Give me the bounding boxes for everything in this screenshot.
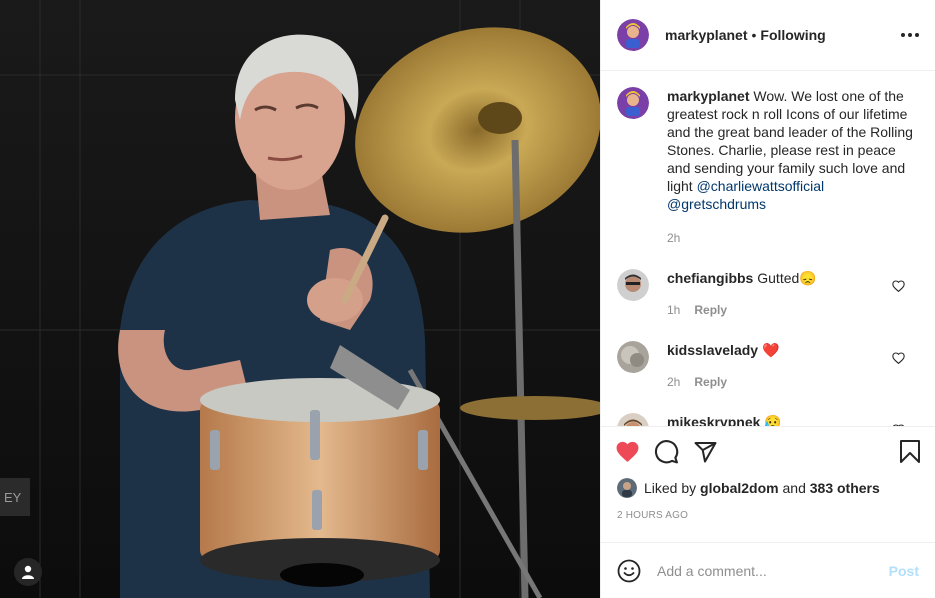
comment-like-icon[interactable] (892, 279, 905, 295)
author-avatar[interactable] (617, 19, 649, 51)
author-username[interactable]: markyplanet (665, 27, 747, 43)
bookmark-icon[interactable] (899, 439, 921, 464)
heart-filled-icon[interactable] (615, 440, 640, 463)
comment-body: chefiangibbs Gutted😞 1h Reply (667, 269, 919, 319)
caption-time[interactable]: 2h (667, 229, 680, 247)
likes-others-link[interactable]: 383 others (810, 480, 880, 496)
comment-bubble-icon[interactable] (654, 439, 679, 464)
comment-item: kidsslavelady ❤️ 2h Reply (617, 341, 919, 391)
mention-link[interactable]: @gretschdrums (667, 196, 766, 212)
caption-username[interactable]: markyplanet (667, 88, 749, 104)
paper-plane-icon[interactable] (693, 440, 718, 464)
sad-emoji: 😥 (764, 414, 782, 426)
commenter-avatar[interactable] (617, 341, 649, 373)
comment-meta: 2h Reply (667, 373, 919, 391)
comment-username[interactable]: mikeskrypnek (667, 414, 760, 426)
disappointed-emoji: 😞 (799, 270, 817, 286)
comment-username[interactable]: kidsslavelady (667, 342, 758, 358)
post-photo[interactable]: EY (0, 0, 600, 598)
comment-item: mikeskrypnek 😥 (617, 413, 919, 426)
comment-body: mikeskrypnek 😥 (667, 413, 919, 426)
comment-input[interactable] (657, 562, 889, 579)
user-tag-icon[interactable] (14, 558, 42, 586)
comment-like-icon[interactable] (892, 351, 905, 367)
post-timestamp[interactable]: 2 HOURS AGO (601, 500, 935, 542)
drummer-photo-illustration: EY (0, 0, 600, 598)
reply-button[interactable]: Reply (694, 301, 727, 319)
comment-time[interactable]: 2h (667, 373, 680, 391)
likes-prefix: Liked by (644, 480, 697, 496)
red-heart-emoji: ❤️ (761, 342, 780, 358)
caption-meta: 2h (667, 229, 919, 247)
caption-avatar[interactable] (617, 87, 649, 119)
liker-username[interactable]: global2dom (700, 480, 779, 496)
following-button[interactable]: Following (760, 27, 825, 43)
post-caption: markyplanet Wow. We lost one of the grea… (617, 87, 919, 247)
more-options-icon[interactable] (901, 27, 919, 43)
comment-time[interactable]: 1h (667, 301, 680, 319)
comment-item: chefiangibbs Gutted😞 1h Reply (617, 269, 919, 319)
instagram-post: EY markyplanet • Following markyplanet W… (0, 0, 935, 598)
post-side-panel: markyplanet • Following markyplanet Wow.… (600, 0, 935, 598)
commenter-avatar[interactable] (617, 269, 649, 301)
post-header: markyplanet • Following (601, 0, 935, 71)
action-bar (601, 426, 935, 476)
comment-username[interactable]: chefiangibbs (667, 270, 753, 286)
header-separator: • (751, 27, 757, 43)
liker-avatar[interactable] (617, 478, 637, 498)
add-comment-bar: Post (601, 542, 935, 598)
comments-list[interactable]: markyplanet Wow. We lost one of the grea… (601, 71, 935, 426)
post-comment-button[interactable]: Post (889, 563, 919, 579)
comment-body: kidsslavelady ❤️ 2h Reply (667, 341, 919, 391)
smiley-icon[interactable] (617, 559, 641, 583)
commenter-avatar[interactable] (617, 413, 649, 426)
comment-meta: 1h Reply (667, 301, 919, 319)
timestamp-text[interactable]: 2 HOURS AGO (617, 510, 688, 521)
caption-body: markyplanet Wow. We lost one of the grea… (667, 87, 919, 247)
likes-conjunction: and (782, 480, 806, 496)
comment-text: Gutted (757, 270, 800, 286)
comment-like-icon[interactable] (892, 423, 905, 426)
mention-link[interactable]: @charliewattsofficial (697, 178, 825, 194)
reply-button[interactable]: Reply (694, 373, 727, 391)
svg-text:EY: EY (4, 490, 22, 505)
likes-summary: Liked by global2dom and 383 others (601, 476, 935, 500)
